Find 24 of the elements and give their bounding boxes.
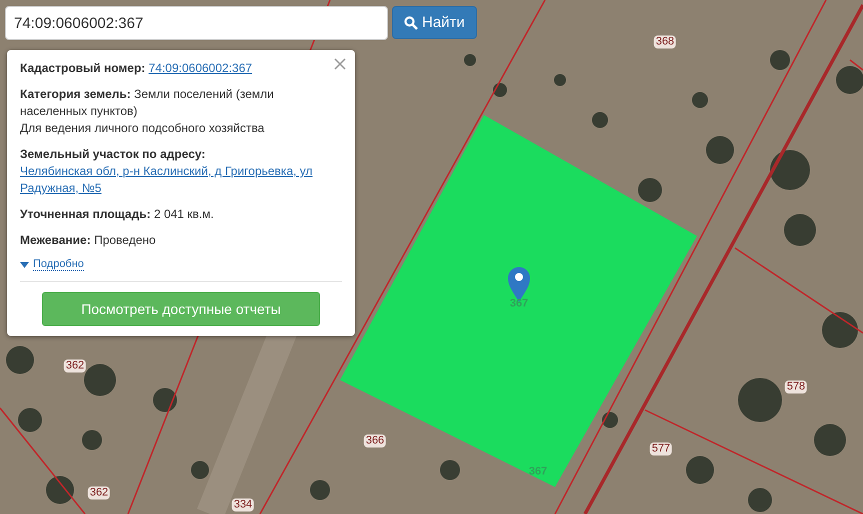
plot-number-label: 362 [88, 486, 110, 500]
pin-dot [515, 273, 523, 281]
cadastral-search-field[interactable]: 74:09:0606002:367 [5, 6, 388, 40]
search-icon [404, 16, 418, 30]
plot-number-label: 366 [364, 434, 386, 448]
plot-number-label: 362 [64, 360, 86, 372]
plot-number-label: 577 [650, 442, 672, 456]
plot-number-label: 578 [784, 380, 808, 394]
plot-number-label: 367 [528, 466, 548, 478]
plot-number-label: 367 [508, 298, 530, 310]
value-link[interactable]: Челябинская обл, р-н Каслинский, д Григорьевка, ул Радужная, №5 [20, 163, 322, 197]
value-link[interactable]: 74:09:0606002:367 [148, 61, 252, 75]
caret-down-icon [20, 262, 29, 268]
plot-number-label: 368 [654, 36, 676, 48]
info-field: Категория земель: Земли поселений (земли населенных пунктов) Для ведения личного подсобного хозяйства [20, 86, 322, 137]
info-field: Уточненная площадь: 2 041 кв.м. [20, 206, 322, 223]
selected-parcel[interactable] [340, 115, 697, 487]
close-icon[interactable] [334, 58, 346, 70]
info-field: Земельный участок по адресу: Челябинская обл, р-н Каслинский, д Григорьевка, ул Радужная, №5 [20, 146, 322, 197]
details-link[interactable]: Подробно [33, 258, 84, 271]
info-field: Кадастровый номер: 74:09:0606002:367 [20, 60, 322, 77]
plot-number-label: 334 [232, 498, 254, 512]
info-field: Межевание: Проведено [20, 232, 322, 249]
search-button[interactable]: Найти [392, 6, 477, 39]
